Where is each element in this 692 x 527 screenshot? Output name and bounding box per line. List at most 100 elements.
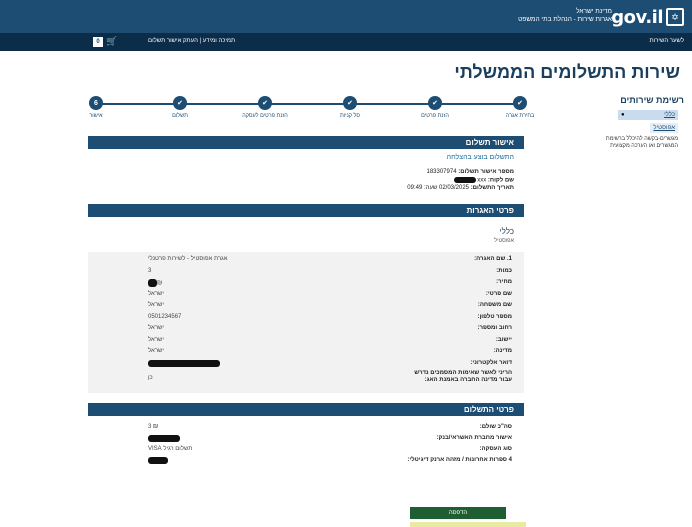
- price-label: מחיר:: [496, 279, 512, 286]
- declaration-value: כן: [148, 375, 153, 382]
- time-value: 09:49: [407, 184, 423, 191]
- state-emblem-icon: ✡: [666, 8, 684, 26]
- quantity-value: 3: [148, 267, 152, 274]
- fee-row-last-name: שם משפחה: ישראל: [88, 300, 524, 312]
- cart-button[interactable]: 0 🛒: [93, 36, 117, 47]
- phone-value: 0501234567: [148, 313, 182, 320]
- step-label: סל קניות: [339, 113, 361, 119]
- email-value-wrap: [148, 359, 220, 367]
- check-icon: ✔: [173, 96, 187, 110]
- total-label: סה"כ שולם:: [479, 424, 512, 431]
- phone-label: מספר טלפון:: [477, 313, 513, 320]
- service-sidebar: רשימת שירותים כללי אפוסטיל מגשרים-בקשה ל…: [594, 95, 684, 150]
- fee-row-country: מדינה: ישראל: [88, 346, 524, 358]
- check-icon: ✔: [258, 96, 272, 110]
- sidebar-item-mediators[interactable]: מגשרים-בקשה להיכלל ברשימת המגשרים ואו הע…: [594, 136, 678, 150]
- fees-section-sub: אפוסטיל: [494, 238, 514, 245]
- check-icon: ✔: [513, 96, 527, 110]
- redaction-mark: [148, 279, 157, 288]
- support-link[interactable]: תמיכה ומידע | העתק אישור תשלום: [148, 38, 235, 44]
- card-digits-label: 4 ספרות אחרונות / מזהה ארנק דיגיטלי:: [407, 457, 512, 464]
- city-label: יישוב:: [495, 336, 512, 343]
- print-button[interactable]: הדפסה: [410, 507, 506, 519]
- approval-label: אישור מחברת האשראי/בנק:: [436, 435, 512, 442]
- sidebar-title: רשימת שירותים: [620, 95, 684, 105]
- date-value: 02/03/2025: [438, 184, 470, 191]
- confirmation-header: אישור תשלום: [88, 136, 524, 149]
- redaction-mark: [148, 457, 168, 465]
- transaction-type-label: סוג העסקה:: [479, 446, 512, 453]
- customer-name-value: xxx: [477, 177, 487, 184]
- pay-row-card-digits: 4 ספרות אחרונות / מזהה ארנק דיגיטלי:: [88, 455, 524, 466]
- price-value-wrap: ₪: [148, 279, 163, 288]
- customer-name-label: שם לקוח:: [487, 177, 514, 184]
- fee-details: 1. שם האגרה: אגרת אפוסטיל - לשירות פרטנל…: [88, 252, 524, 394]
- cart-count: 0: [93, 36, 103, 47]
- price-value: ₪: [157, 280, 163, 287]
- fee-name-value: אגרת אפוסטיל - לשירות פרטנלי: [148, 256, 228, 263]
- pay-row-type: סוג העסקה: תשלום רגיל VISA: [88, 444, 524, 455]
- first-name-label: שם פרטי:: [485, 290, 512, 297]
- fee-row-price: מחיר: ₪: [88, 277, 524, 289]
- fee-row-email: דואר אלקטרוני:: [88, 358, 524, 370]
- card-digits-value-wrap: [148, 457, 168, 465]
- time-label: שעה:: [423, 184, 438, 191]
- fee-name-label: 1. שם האגרה:: [474, 256, 512, 263]
- step-details: ✔ הזנת פרטים: [405, 96, 465, 119]
- step-transaction-details: ✔ הזנת פרטים לעסקה: [235, 96, 295, 119]
- progress-stepper: ✔ בחירת אגרה ✔ הזנת פרטים ✔ סל קניות ✔ ה…: [88, 96, 534, 126]
- step-payment: ✔ תשלום: [150, 96, 210, 119]
- fee-row-quantity: כמות: 3: [88, 266, 524, 278]
- gov-name: מדינת ישראל: [576, 8, 612, 15]
- step-cart: ✔ סל קניות: [320, 96, 380, 119]
- country-label: מדינה:: [493, 348, 512, 355]
- fees-section-title: כללי: [499, 227, 514, 237]
- email-label: דואר אלקטרוני:: [470, 359, 512, 366]
- fee-row-first-name: שם פרטי: ישראל: [88, 289, 524, 301]
- pay-row-approval: אישור מחברת האשראי/בנק:: [88, 433, 524, 444]
- cart-icon: 🛒: [106, 36, 118, 46]
- top-header: gov.il ✡ מדינת ישראל אגרות שירות - הנהלת…: [0, 0, 692, 33]
- declaration-line-2: עבור מדינה החברה באמנת האג:: [424, 377, 512, 384]
- check-icon: ✔: [428, 96, 442, 110]
- quantity-label: כמות:: [496, 267, 512, 274]
- last-name-label: שם משפחה:: [477, 302, 512, 309]
- ministry-title: אגרות שירות - הנהלת בתי המשפט: [518, 16, 612, 23]
- sub-navigation: לשער השירות תמיכה ומידע | העתק אישור תשל…: [0, 33, 692, 51]
- step-label: בחירת אגרה: [505, 113, 535, 119]
- main-content: אישור תשלום התשלום בוצע בהצלחה מספר אישו…: [88, 136, 524, 466]
- declaration-line-1: הריני לאשר שאימות המסמכים נדרש: [414, 370, 512, 377]
- ministry-name: מדינת ישראל אגרות שירות - הנהלת בתי המשפ…: [518, 8, 612, 24]
- pay-row-total: סה"כ שולם: ₪ 3: [88, 422, 524, 433]
- secondary-button[interactable]: [410, 522, 526, 527]
- success-message: התשלום בוצע בהצלחה: [446, 154, 514, 161]
- customer-name: שם לקוח: xxx: [88, 176, 514, 185]
- page-title: שירות התשלומים הממשלתי: [454, 62, 680, 82]
- fee-row-phone: מספר טלפון: 0501234567: [88, 312, 524, 324]
- step-label: הזנת פרטים לעסקה: [242, 113, 288, 119]
- fee-row-name: 1. שם האגרה: אגרת אפוסטיל - לשירות פרטנל…: [88, 254, 524, 266]
- total-value: ₪ 3: [148, 424, 159, 431]
- last-name-value: ישראל: [148, 302, 164, 309]
- fees-header: פרטי האגרות: [88, 204, 524, 218]
- first-name-value: ישראל: [148, 290, 164, 297]
- payment-header: פרטי התשלום: [88, 403, 524, 417]
- sidebar-item-general[interactable]: כללי: [618, 110, 678, 120]
- date-label: תאריך התשלום:: [470, 184, 514, 191]
- step-label: אישור: [89, 113, 103, 119]
- fee-row-city: יישוב: ישראל: [88, 335, 524, 347]
- declaration-label: הריני לאשר שאימות המסמכים נדרש עבור מדינ…: [414, 370, 512, 384]
- sidebar-item-apostille[interactable]: אפוסטיל: [650, 123, 678, 133]
- country-value: ישראל: [148, 348, 164, 355]
- service-gate-link[interactable]: לשער השירות: [649, 38, 684, 44]
- step-confirmation: 6 אישור: [66, 96, 126, 119]
- gov-logo-text: gov.il: [611, 6, 663, 28]
- city-value: ישראל: [148, 336, 164, 343]
- step-label: הזנת פרטים: [421, 113, 449, 119]
- confirmation-number-label: מספר אישור תשלום:: [458, 169, 514, 175]
- fee-row-street: רחוב ומספר: ישראל: [88, 323, 524, 335]
- gov-logo[interactable]: gov.il ✡: [611, 6, 684, 28]
- step-number: 6: [89, 96, 103, 110]
- redaction-mark: [453, 176, 476, 183]
- redaction-mark: [148, 435, 180, 443]
